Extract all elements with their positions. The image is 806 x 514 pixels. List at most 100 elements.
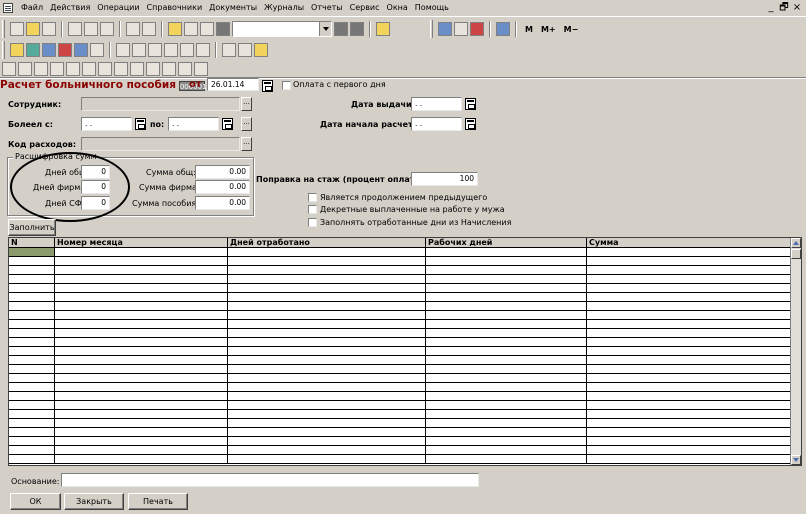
context-help-icon[interactable] (178, 62, 192, 76)
print-button[interactable]: Печать (128, 493, 188, 510)
fill-button[interactable]: Заполнить (8, 219, 56, 236)
move-down-icon[interactable] (130, 62, 144, 76)
print-icon[interactable] (126, 22, 140, 36)
table-cell[interactable] (228, 275, 426, 284)
table-cell[interactable] (55, 266, 228, 275)
table-cell[interactable] (228, 356, 426, 365)
fill-worked-days-checkbox[interactable] (308, 218, 317, 227)
table-row[interactable] (9, 383, 792, 392)
table-row[interactable] (9, 284, 792, 293)
table-cell[interactable] (55, 437, 228, 446)
table-cell[interactable] (426, 266, 587, 275)
table-cell[interactable] (426, 311, 587, 320)
table-cell[interactable] (9, 365, 55, 374)
menu-documents[interactable]: Документы (206, 3, 261, 13)
chevron-down-icon[interactable] (319, 22, 331, 36)
table-cell[interactable] (426, 284, 587, 293)
column-sum[interactable]: Сумма (587, 238, 792, 248)
table-cell[interactable] (55, 248, 228, 257)
table-cell[interactable] (228, 347, 426, 356)
memory-button[interactable]: M (522, 25, 536, 34)
analysis-icon[interactable] (196, 43, 210, 57)
table-cell[interactable] (587, 455, 792, 464)
table-cell[interactable] (587, 320, 792, 329)
table-cell[interactable] (587, 293, 792, 302)
table-cell[interactable] (587, 437, 792, 446)
minimize-button[interactable]: _ (766, 2, 776, 14)
properties-icon[interactable] (168, 22, 182, 36)
table-cell[interactable] (587, 266, 792, 275)
table-row[interactable] (9, 302, 792, 311)
table-cell[interactable] (55, 284, 228, 293)
basis-field[interactable] (61, 473, 479, 487)
employee-select-button[interactable]: ... (241, 97, 252, 111)
memory-plus-button[interactable]: M+ (538, 25, 559, 34)
turnover-icon[interactable] (180, 43, 194, 57)
table-cell[interactable] (587, 392, 792, 401)
table-cell[interactable] (55, 347, 228, 356)
table-row[interactable] (9, 329, 792, 338)
table-cell[interactable] (9, 320, 55, 329)
table-cell[interactable] (228, 338, 426, 347)
table-cell[interactable] (228, 383, 426, 392)
table-cell[interactable] (55, 293, 228, 302)
table-cell[interactable] (228, 302, 426, 311)
menu-journals[interactable]: Журналы (261, 3, 308, 13)
calculator-icon[interactable] (438, 22, 452, 36)
pay-from-first-day-checkbox[interactable] (282, 81, 291, 90)
table-cell[interactable] (55, 257, 228, 266)
table-cell[interactable] (587, 248, 792, 257)
print-preview-icon[interactable] (142, 22, 156, 36)
table-cell[interactable] (426, 455, 587, 464)
table-cell[interactable] (426, 428, 587, 437)
expense-code-field[interactable] (81, 137, 240, 151)
table-cell[interactable] (9, 347, 55, 356)
table-cell[interactable] (426, 302, 587, 311)
months-table[interactable]: N Номер месяца Дней отработано Рабочих д… (8, 237, 802, 466)
sort-desc-icon[interactable] (162, 62, 176, 76)
table-cell[interactable] (55, 419, 228, 428)
table-cell[interactable] (9, 446, 55, 455)
table-cell[interactable] (228, 257, 426, 266)
table-cell[interactable] (9, 302, 55, 311)
table-row[interactable] (9, 320, 792, 329)
cut-icon[interactable] (68, 22, 82, 36)
close-button[interactable]: Закрыть (64, 493, 124, 510)
report-icon[interactable] (116, 43, 130, 57)
employee-field[interactable] (81, 97, 240, 111)
table-cell[interactable] (426, 419, 587, 428)
table-cell[interactable] (426, 383, 587, 392)
sum-benefit-field[interactable]: 0.00 (195, 196, 250, 210)
table-cell[interactable] (228, 428, 426, 437)
sum-total-field[interactable]: 0.00 (195, 165, 250, 179)
counter-icon[interactable] (238, 43, 252, 57)
find-icon[interactable] (334, 22, 348, 36)
table-row[interactable] (9, 446, 792, 455)
table-cell[interactable] (9, 401, 55, 410)
journal-icon[interactable] (10, 43, 24, 57)
action-tree-icon[interactable] (82, 62, 96, 76)
search-combo[interactable] (232, 21, 332, 37)
table-cell[interactable] (55, 329, 228, 338)
issue-date-field[interactable]: . . (411, 97, 462, 111)
redo-icon[interactable] (200, 22, 214, 36)
table-cell[interactable] (9, 374, 55, 383)
clock-icon[interactable] (254, 43, 268, 57)
table-cell[interactable] (9, 338, 55, 347)
table-cell[interactable] (587, 374, 792, 383)
table-cell[interactable] (426, 329, 587, 338)
table-cell[interactable] (55, 383, 228, 392)
table-cell[interactable] (587, 275, 792, 284)
table-cell[interactable] (587, 446, 792, 455)
table-cell[interactable] (9, 419, 55, 428)
table-cell[interactable] (55, 338, 228, 347)
sick-to-calendar-icon[interactable] (222, 118, 233, 130)
sick-from-calendar-icon[interactable] (135, 118, 146, 130)
table-row[interactable] (9, 365, 792, 374)
close-window-button[interactable]: × (792, 2, 802, 14)
table-cell[interactable] (587, 311, 792, 320)
table-cell[interactable] (228, 374, 426, 383)
table-cell[interactable] (55, 356, 228, 365)
table-cell[interactable] (426, 437, 587, 446)
table-cell[interactable] (228, 248, 426, 257)
